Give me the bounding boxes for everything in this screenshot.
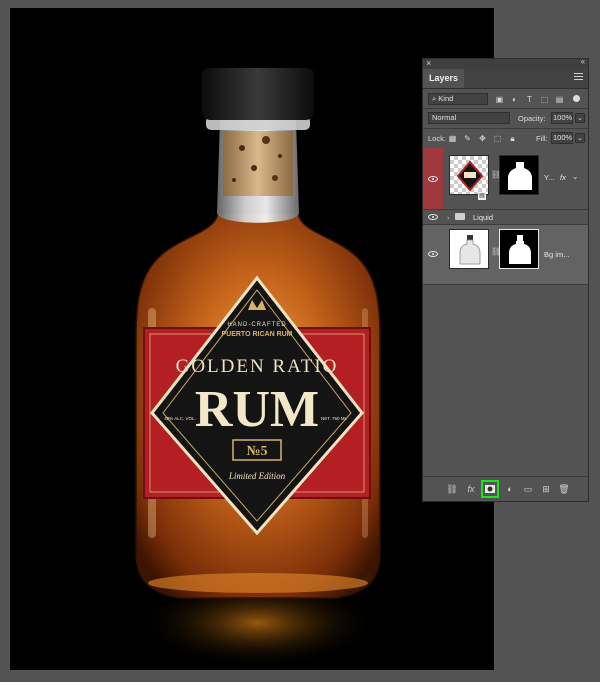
opacity-field[interactable]: 100% <box>551 112 573 124</box>
add-mask-button[interactable] <box>481 480 499 498</box>
fill-value: 100% <box>553 133 573 142</box>
filter-toggle-icon[interactable] <box>573 95 580 102</box>
bottle-cap <box>202 68 314 120</box>
opacity-value: 100% <box>553 113 573 122</box>
layer-thumbnail[interactable] <box>449 229 489 269</box>
smart-object-badge-icon: ▤ <box>478 192 486 200</box>
layer-mask-thumbnail[interactable] <box>499 229 539 269</box>
lock-brush-icon[interactable]: ✎ <box>463 134 472 143</box>
layer-thumbnail[interactable] <box>449 155 489 195</box>
layer-row-selected[interactable]: ⛓ Bg im... <box>423 225 588 285</box>
label-edition: Limited Edition <box>228 471 286 481</box>
layer-visibility-cell[interactable] <box>423 148 443 209</box>
lock-label: Lock: <box>428 134 446 143</box>
layers-panel: × ‹‹ Layers ⌕ Kind ▣ ◐ T ⬚ ▤ Normal Opac… <box>422 57 589 502</box>
layer-name[interactable]: Y... <box>544 173 554 182</box>
filter-kind-label: Kind <box>438 94 454 103</box>
close-icon[interactable]: × <box>426 58 431 68</box>
filter-row: ⌕ Kind ▣ ◐ T ⬚ ▤ <box>423 91 588 107</box>
layer-visibility-cell[interactable] <box>423 210 443 224</box>
panel-topbar: × ‹‹ <box>423 57 588 69</box>
lock-all-icon[interactable]: 🔒︎ <box>508 134 517 143</box>
label-brand: GOLDEN RATIO <box>176 356 339 377</box>
fill-chevron-icon[interactable]: ⌄ <box>575 133 585 143</box>
label-tagline-top: HAND-CRAFTED <box>227 322 286 328</box>
link-icon[interactable]: ⛓ <box>491 170 501 179</box>
expand-effects-icon[interactable]: ⌄ <box>572 172 578 181</box>
label-tagline: PUERTO RICAN RUM <box>221 331 292 338</box>
layer-group-row[interactable]: › Liquid <box>423 210 588 225</box>
fill-field[interactable]: 100% <box>551 132 573 144</box>
panel-bottom-bar: ⛓ fx ◐ ▭ ⊞ 🗑︎ <box>423 476 588 501</box>
new-layer-icon[interactable]: ⊞ <box>540 483 552 495</box>
new-adjustment-icon[interactable]: ◐ <box>504 483 516 495</box>
tab-layers[interactable]: Layers <box>423 69 465 88</box>
new-group-icon[interactable]: ▭ <box>522 483 534 495</box>
layer-mask-thumbnail[interactable] <box>499 155 539 195</box>
eye-icon[interactable] <box>428 214 438 220</box>
fill-label: Fill: <box>536 134 548 143</box>
collapse-icon[interactable]: ‹‹ <box>581 57 585 66</box>
layer-name[interactable]: Liquid <box>473 213 493 222</box>
link-icon[interactable]: ⛓ <box>491 247 501 256</box>
blend-mode-value: Normal <box>432 113 457 122</box>
layer-row[interactable]: ▤ ⛓ Y... fx ⌄ <box>423 148 588 210</box>
fx-icon[interactable]: fx <box>560 173 566 182</box>
filter-pixel-icon[interactable]: ▣ <box>495 95 504 104</box>
lock-row: Lock: ▦ ✎ ✥ ⬚ 🔒︎ Fill: 100% ⌄ <box>423 129 588 147</box>
filter-adjustment-icon[interactable]: ◐ <box>510 95 519 104</box>
lock-artboard-icon[interactable]: ⬚ <box>493 134 502 143</box>
blend-row: Normal Opacity: 100% ⌄ <box>423 109 588 127</box>
blend-mode-select[interactable]: Normal <box>428 112 510 124</box>
panel-tabs: Layers <box>423 69 588 89</box>
link-layers-icon[interactable]: ⛓ <box>446 483 458 495</box>
filter-shape-icon[interactable]: ⬚ <box>540 95 549 104</box>
layer-name[interactable]: Bg im... <box>544 250 569 259</box>
mask-icon <box>485 485 495 493</box>
filter-kind-select[interactable]: ⌕ Kind <box>428 93 488 105</box>
eye-icon[interactable] <box>428 251 438 257</box>
lock-position-icon[interactable]: ✥ <box>478 134 487 143</box>
lock-transparent-icon[interactable]: ▦ <box>448 134 457 143</box>
label-abv: 40% ALC. VOL. <box>164 416 196 421</box>
cork <box>223 131 293 196</box>
filter-type-icon[interactable]: T <box>525 95 534 104</box>
opacity-label: Opacity: <box>518 114 546 123</box>
filter-smart-object-icon[interactable]: ▤ <box>555 95 564 104</box>
layers-list: ▤ ⛓ Y... fx ⌄ › Liquid ⛓ Bg im... <box>423 148 588 478</box>
label-product: RUM <box>195 381 319 438</box>
trash-icon[interactable]: 🗑︎ <box>558 483 570 495</box>
add-style-icon[interactable]: fx <box>465 483 477 495</box>
group-expand-icon[interactable]: › <box>447 213 450 222</box>
opacity-chevron-icon[interactable]: ⌄ <box>575 113 585 123</box>
eye-icon[interactable] <box>428 176 438 182</box>
bottle-base <box>148 573 368 593</box>
label-number: №5 <box>246 444 267 459</box>
panel-menu-icon[interactable] <box>574 73 583 82</box>
layer-visibility-cell[interactable] <box>423 225 443 284</box>
label-volume: NET. 750 ML <box>321 416 348 421</box>
folder-icon <box>455 213 465 220</box>
